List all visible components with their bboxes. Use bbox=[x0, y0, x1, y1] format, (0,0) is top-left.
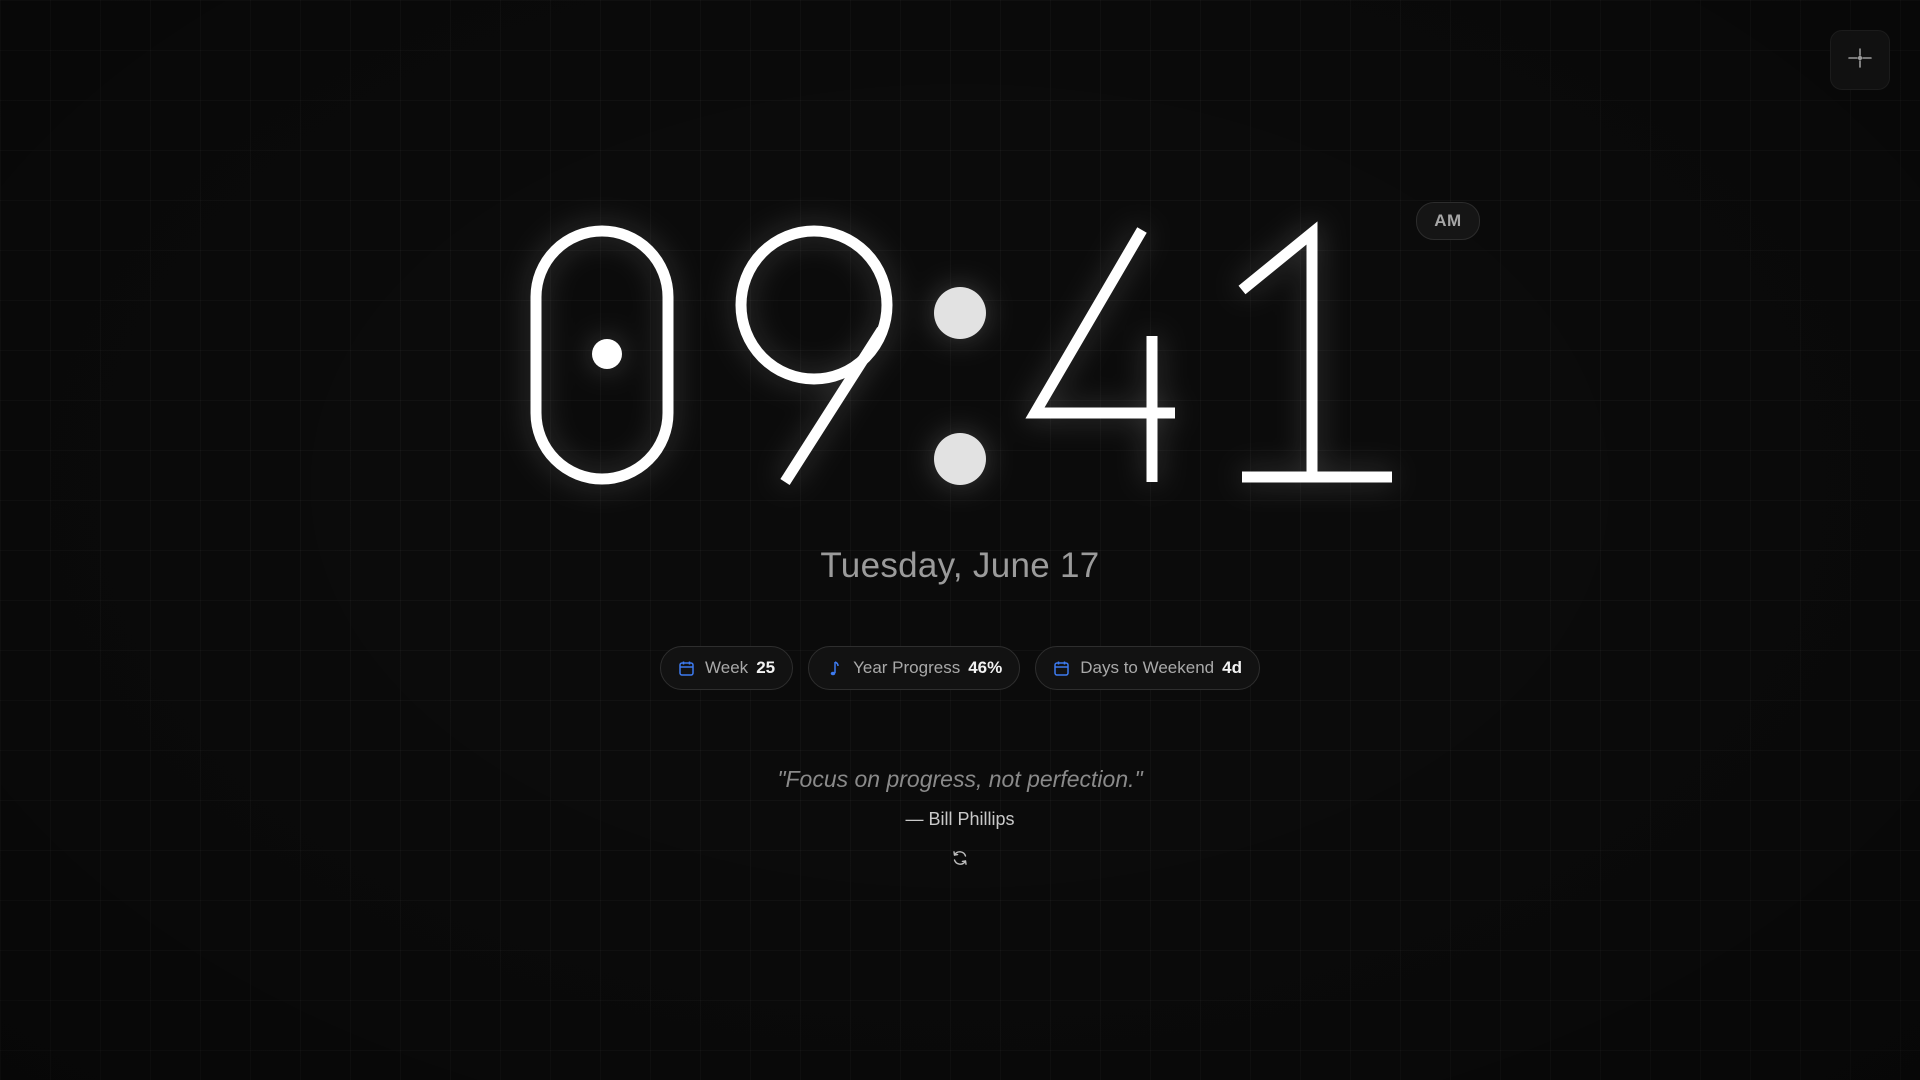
year-progress-label: Year Progress bbox=[853, 658, 961, 677]
crosshair-icon bbox=[1847, 45, 1873, 76]
time-colon bbox=[934, 287, 986, 485]
quote-author: — Bill Phillips bbox=[905, 809, 1015, 829]
am-pm-badge: AM bbox=[1416, 202, 1480, 240]
calendar-icon bbox=[678, 660, 695, 677]
background-vignette bbox=[0, 0, 1920, 1080]
quote-text: "Focus on progress, not perfection." bbox=[777, 766, 1143, 792]
music-note-icon bbox=[826, 660, 843, 677]
hour-digit-2 bbox=[735, 225, 893, 485]
week-pill: Week 25 bbox=[660, 646, 794, 690]
refresh-icon bbox=[951, 849, 969, 872]
minute-digit-2 bbox=[1238, 221, 1392, 483]
week-label: Week bbox=[705, 658, 749, 677]
minute-digit-1 bbox=[1025, 227, 1175, 482]
settings-button[interactable] bbox=[1830, 30, 1890, 90]
clock-screen: AM Tuesday, June 17 Week 25 Year Progres… bbox=[0, 0, 1920, 1080]
refresh-quote-button[interactable] bbox=[949, 849, 971, 871]
stats-row: Week 25 Year Progress 46% Days to Weeken… bbox=[0, 646, 1920, 690]
date-label: Tuesday, June 17 bbox=[820, 546, 1100, 585]
hour-digit-1 bbox=[530, 225, 674, 485]
days-to-weekend-label: Days to Weekend bbox=[1080, 658, 1215, 677]
year-progress-pill: Year Progress 46% bbox=[808, 646, 1021, 690]
calendar-icon bbox=[1053, 660, 1070, 677]
days-to-weekend-pill: Days to Weekend 4d bbox=[1035, 646, 1260, 690]
days-to-weekend-value: 4d bbox=[1222, 658, 1242, 677]
week-value: 25 bbox=[756, 658, 776, 677]
time-display bbox=[500, 205, 1420, 505]
year-progress-value: 46% bbox=[968, 658, 1003, 677]
